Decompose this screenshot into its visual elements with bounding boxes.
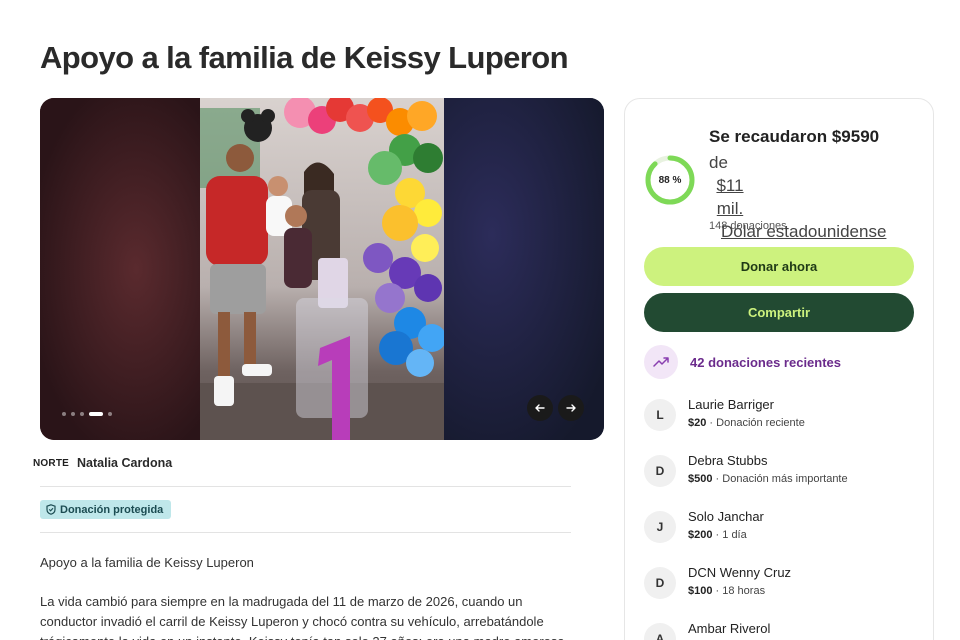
carousel-photo [200, 98, 444, 440]
donor-item: J Solo Janchar $200 · 1 día [644, 509, 764, 543]
divider [40, 532, 571, 533]
donor-item: D DCN Wenny Cruz $100 · 18 horas [644, 565, 791, 599]
donor-name: Debra Stubbs [688, 453, 768, 468]
carousel-dot[interactable] [62, 412, 66, 416]
protected-donation-badge[interactable]: Donación protegida [40, 500, 172, 519]
donor-item: A Ambar Riverol [644, 621, 770, 640]
organizer-row[interactable]: NORTE Natalia Cardona [33, 456, 172, 470]
shield-icon [46, 504, 56, 515]
organizer-name[interactable]: Natalia Cardona [77, 456, 172, 470]
share-button[interactable]: Compartir [644, 293, 914, 332]
carousel-backdrop-right [444, 98, 604, 440]
donor-name: Laurie Barriger [688, 397, 774, 412]
trending-up-icon [644, 345, 678, 379]
donor-amount: $500 [688, 473, 713, 485]
donate-button[interactable]: Donar ahora [644, 247, 914, 286]
donor-note: 18 horas [722, 585, 766, 597]
progress-label: 88 % [658, 174, 682, 186]
carousel-dot-active[interactable] [89, 412, 103, 416]
divider [40, 486, 571, 487]
goal-amount[interactable]: $11 mil. [715, 174, 745, 220]
recent-donations-link[interactable]: 42 donaciones recientes [644, 345, 841, 379]
carousel-next-button[interactable] [558, 395, 584, 421]
donor-avatar: A [644, 623, 676, 640]
donor-amount: $100 [688, 585, 713, 597]
donor-item: D Debra Stubbs $500 · Donación más impor… [644, 453, 848, 487]
donor-note: 1 día [722, 529, 747, 541]
donor-note: Donación reciente [716, 417, 805, 429]
story-body: La vida cambió para siempre en la madrug… [40, 594, 565, 640]
raised-amount: Se recaudaron $9590 [709, 127, 880, 146]
badge-label: Donación protegida [60, 503, 164, 516]
photo-carousel[interactable] [40, 98, 604, 440]
organizer-tag: NORTE [33, 457, 69, 469]
donor-name: Solo Janchar [688, 509, 764, 524]
donor-note: Donación más importante [722, 473, 848, 485]
donor-name: DCN Wenny Cruz [688, 565, 792, 580]
donor-avatar: J [644, 511, 676, 543]
carousel-dot[interactable] [71, 412, 75, 416]
story-title: Apoyo a la familia de Keissy Luperon [40, 555, 254, 570]
recent-donations-label: 42 donaciones recientes [690, 354, 842, 370]
carousel-dot[interactable] [80, 412, 84, 416]
arrow-left-icon [535, 404, 545, 412]
donation-card: 88 % Se recaudaron $9590 de $11 mil. Dól… [624, 98, 934, 640]
donor-amount: $200 [688, 529, 713, 541]
donor-name: Ambar Riverol [688, 621, 771, 636]
family-photo-illustration [200, 98, 444, 440]
carousel-backdrop-left [40, 98, 200, 440]
goal-prefix: de [709, 153, 728, 172]
donor-amount: $20 [688, 417, 707, 429]
donation-count: 148 donaciones [709, 220, 787, 232]
donor-avatar: D [644, 455, 676, 487]
carousel-dots [62, 412, 112, 416]
arrow-right-icon [566, 404, 576, 412]
donor-item: L Laurie Barriger $20 · Donación recient… [644, 397, 805, 431]
carousel-prev-button[interactable] [527, 395, 553, 421]
donor-avatar: L [644, 399, 676, 431]
page-title: Apoyo a la familia de Keissy Luperon [40, 40, 569, 75]
carousel-dot[interactable] [108, 412, 112, 416]
donor-avatar: D [644, 567, 676, 599]
